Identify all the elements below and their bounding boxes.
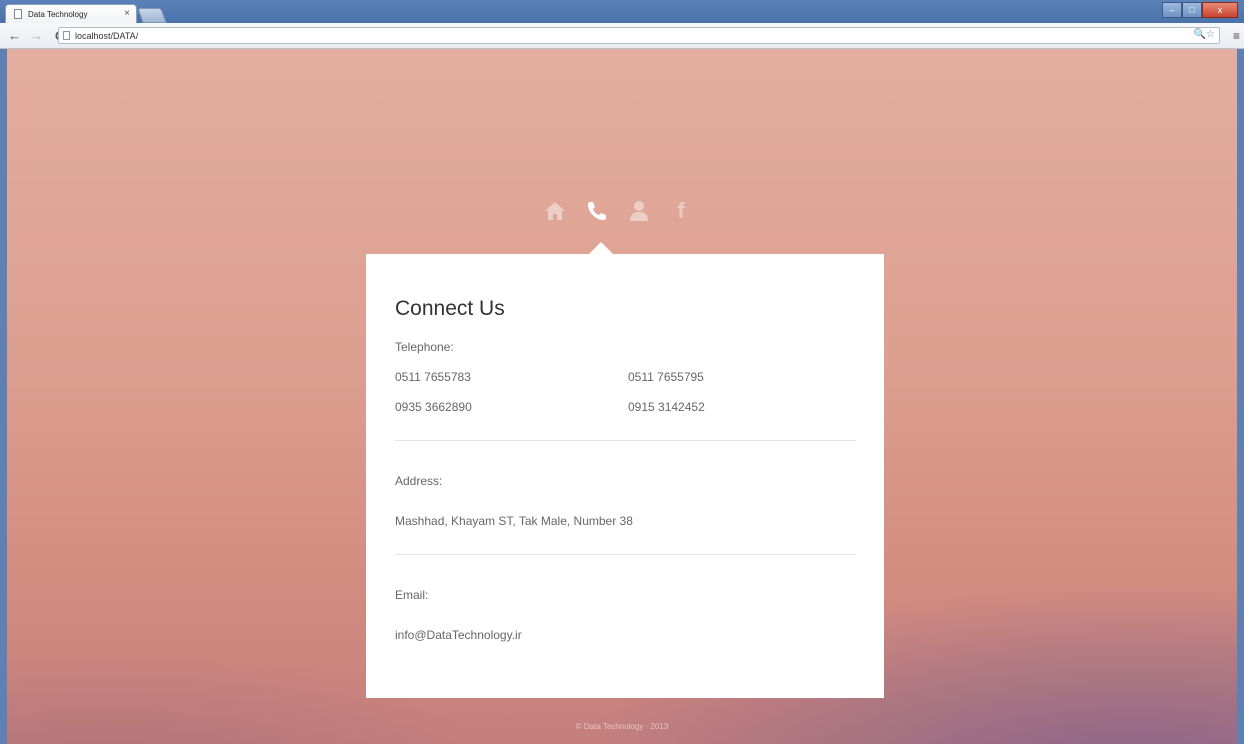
email-value[interactable]: info@DataTechnology.ir [395, 628, 856, 642]
page-icon [63, 31, 70, 40]
divider [395, 440, 856, 441]
phone-number: 0511 7655795 [628, 370, 704, 384]
address-bar[interactable]: localhost/DATA/ 🔍☆ [58, 27, 1220, 44]
phone-number: 0915 3142452 [628, 400, 705, 414]
back-button[interactable]: ← [8, 28, 21, 43]
address-label: Address: [395, 474, 443, 488]
icon-nav: f [543, 199, 693, 223]
close-window-button[interactable]: x [1202, 2, 1238, 18]
home-icon[interactable] [543, 199, 567, 223]
divider [395, 554, 856, 555]
phone-number: 0935 3662890 [395, 400, 472, 414]
document-icon [14, 9, 22, 19]
new-tab-button[interactable] [137, 8, 167, 23]
minimize-button[interactable]: – [1162, 2, 1182, 18]
maximize-button[interactable]: □ [1182, 2, 1202, 18]
menu-icon[interactable]: ≡ [1233, 29, 1240, 43]
forward-button[interactable]: → [30, 28, 43, 43]
facebook-icon[interactable]: f [669, 199, 693, 223]
phone-number: 0511 7655783 [395, 370, 471, 384]
phone-list: 0511 7655783 0511 7655795 0935 3662890 0… [395, 370, 856, 414]
page-viewport: f Connect Us Telephone: 0511 7655783 051… [7, 49, 1237, 744]
tab-close-button[interactable]: × [124, 9, 130, 19]
footer-copyright: © Data Technology · 2013 [575, 722, 669, 731]
email-label: Email: [395, 588, 429, 602]
user-icon[interactable] [627, 199, 651, 223]
url-text[interactable]: localhost/DATA/ [75, 31, 138, 41]
contact-card: Connect Us Telephone: 0511 7655783 0511 … [366, 254, 884, 698]
window-controls: – □ x [1162, 2, 1238, 18]
zoom-bookmark-icons[interactable]: 🔍☆ [1194, 29, 1215, 40]
address-value: Mashhad, Khayam ST, Tak Male, Number 38 [395, 514, 633, 528]
telephone-label: Telephone: [395, 340, 454, 354]
browser-toolbar: ← → C localhost/DATA/ 🔍☆ ≡ [0, 23, 1244, 49]
browser-titlebar: Data Technology × – □ x [0, 0, 1244, 23]
tab-title: Data Technology [28, 9, 88, 19]
browser-tab[interactable]: Data Technology × [5, 4, 137, 23]
phone-icon[interactable] [585, 199, 609, 223]
page-title: Connect Us [395, 297, 505, 320]
